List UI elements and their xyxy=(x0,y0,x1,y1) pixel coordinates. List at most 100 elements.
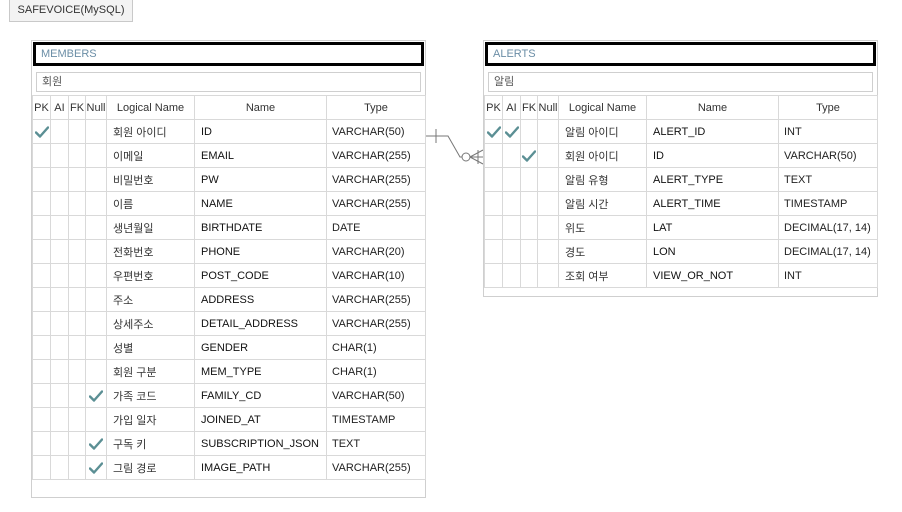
column-name-cell[interactable]: ALERT_TYPE xyxy=(646,167,779,192)
type-cell[interactable]: TEXT xyxy=(778,167,878,192)
column-name-cell[interactable]: NAME xyxy=(194,191,327,216)
null-cell[interactable] xyxy=(85,167,107,192)
ai-cell[interactable] xyxy=(50,191,69,216)
null-cell[interactable] xyxy=(537,119,559,144)
pk-cell[interactable] xyxy=(32,119,51,144)
column-name-cell[interactable]: ALERT_ID xyxy=(646,119,779,144)
pk-cell[interactable] xyxy=(32,335,51,360)
pk-cell[interactable] xyxy=(32,407,51,432)
logical-name-cell[interactable]: 주소 xyxy=(106,287,195,312)
type-cell[interactable]: DECIMAL(17, 14) xyxy=(778,215,878,240)
type-cell[interactable]: CHAR(1) xyxy=(326,335,426,360)
fk-cell[interactable] xyxy=(68,167,86,192)
logical-name-cell[interactable]: 경도 xyxy=(558,239,647,264)
ai-cell[interactable] xyxy=(502,191,521,216)
ai-cell[interactable] xyxy=(50,407,69,432)
null-cell[interactable] xyxy=(85,239,107,264)
column-name-cell[interactable]: PHONE xyxy=(194,239,327,264)
type-cell[interactable]: TEXT xyxy=(326,431,426,456)
null-cell[interactable] xyxy=(537,215,559,240)
fk-cell[interactable] xyxy=(520,119,538,144)
null-cell[interactable] xyxy=(537,167,559,192)
entity-title[interactable]: ALERTS xyxy=(485,42,876,66)
table-row[interactable]: 조회 여부 VIEW_OR_NOT INT xyxy=(484,263,878,288)
column-name-cell[interactable]: FAMILY_CD xyxy=(194,383,327,408)
logical-name-cell[interactable]: 가입 일자 xyxy=(106,407,195,432)
logical-name-cell[interactable]: 회원 아이디 xyxy=(106,119,195,144)
type-cell[interactable]: VARCHAR(50) xyxy=(326,119,426,144)
null-cell[interactable] xyxy=(85,431,107,456)
null-cell[interactable] xyxy=(537,239,559,264)
type-cell[interactable]: VARCHAR(255) xyxy=(326,167,426,192)
logical-name-cell[interactable]: 가족 코드 xyxy=(106,383,195,408)
type-cell[interactable]: VARCHAR(255) xyxy=(326,143,426,168)
pk-cell[interactable] xyxy=(484,143,503,168)
table-row[interactable]: 회원 구분 MEM_TYPE CHAR(1) xyxy=(32,359,426,384)
null-cell[interactable] xyxy=(85,119,107,144)
type-cell[interactable]: VARCHAR(255) xyxy=(326,191,426,216)
fk-cell[interactable] xyxy=(68,287,86,312)
null-cell[interactable] xyxy=(85,287,107,312)
column-name-cell[interactable]: GENDER xyxy=(194,335,327,360)
table-row[interactable]: 알림 아이디 ALERT_ID INT xyxy=(484,119,878,144)
table-row[interactable]: 주소 ADDRESS VARCHAR(255) xyxy=(32,287,426,312)
ai-cell[interactable] xyxy=(50,287,69,312)
fk-cell[interactable] xyxy=(68,335,86,360)
ai-cell[interactable] xyxy=(502,143,521,168)
ai-cell[interactable] xyxy=(50,383,69,408)
entity-title[interactable]: MEMBERS xyxy=(33,42,424,66)
logical-name-cell[interactable]: 회원 구분 xyxy=(106,359,195,384)
pk-cell[interactable] xyxy=(32,455,51,480)
fk-cell[interactable] xyxy=(520,167,538,192)
fk-cell[interactable] xyxy=(520,143,538,168)
pk-cell[interactable] xyxy=(32,311,51,336)
pk-cell[interactable] xyxy=(32,431,51,456)
ai-cell[interactable] xyxy=(50,263,69,288)
logical-name-cell[interactable]: 위도 xyxy=(558,215,647,240)
entity-members[interactable]: MEMBERS 회원 PK AI FK Null Logical Name Name Typ… xyxy=(31,40,426,498)
table-row[interactable]: 회원 아이디 ID VARCHAR(50) xyxy=(484,143,878,168)
logical-name-cell[interactable]: 생년월일 xyxy=(106,215,195,240)
table-row[interactable]: 그림 경로 IMAGE_PATH VARCHAR(255) xyxy=(32,455,426,480)
null-cell[interactable] xyxy=(85,455,107,480)
type-cell[interactable]: TIMESTAMP xyxy=(778,191,878,216)
fk-cell[interactable] xyxy=(520,215,538,240)
type-cell[interactable]: DECIMAL(17, 14) xyxy=(778,239,878,264)
null-cell[interactable] xyxy=(85,143,107,168)
fk-cell[interactable] xyxy=(68,143,86,168)
fk-cell[interactable] xyxy=(68,455,86,480)
ai-cell[interactable] xyxy=(50,431,69,456)
column-name-cell[interactable]: SUBSCRIPTION_JSON xyxy=(194,431,327,456)
table-row[interactable]: 이메일 EMAIL VARCHAR(255) xyxy=(32,143,426,168)
type-cell[interactable]: VARCHAR(255) xyxy=(326,287,426,312)
null-cell[interactable] xyxy=(85,263,107,288)
null-cell[interactable] xyxy=(85,311,107,336)
ai-cell[interactable] xyxy=(50,239,69,264)
table-row[interactable]: 알림 시간 ALERT_TIME TIMESTAMP xyxy=(484,191,878,216)
table-row[interactable]: 구독 키 SUBSCRIPTION_JSON TEXT xyxy=(32,431,426,456)
null-cell[interactable] xyxy=(85,215,107,240)
ai-cell[interactable] xyxy=(50,335,69,360)
column-name-cell[interactable]: IMAGE_PATH xyxy=(194,455,327,480)
column-name-cell[interactable]: VIEW_OR_NOT xyxy=(646,263,779,288)
column-name-cell[interactable]: EMAIL xyxy=(194,143,327,168)
column-name-cell[interactable]: JOINED_AT xyxy=(194,407,327,432)
logical-name-cell[interactable]: 성별 xyxy=(106,335,195,360)
null-cell[interactable] xyxy=(85,383,107,408)
pk-cell[interactable] xyxy=(32,167,51,192)
table-row[interactable]: 회원 아이디 ID VARCHAR(50) xyxy=(32,119,426,144)
column-name-cell[interactable]: ADDRESS xyxy=(194,287,327,312)
logical-name-cell[interactable]: 전화번호 xyxy=(106,239,195,264)
pk-cell[interactable] xyxy=(484,239,503,264)
ai-cell[interactable] xyxy=(50,215,69,240)
column-name-cell[interactable]: LON xyxy=(646,239,779,264)
table-row[interactable]: 생년월일 BIRTHDATE DATE xyxy=(32,215,426,240)
type-cell[interactable]: VARCHAR(50) xyxy=(326,383,426,408)
ai-cell[interactable] xyxy=(502,167,521,192)
logical-name-cell[interactable]: 회원 아이디 xyxy=(558,143,647,168)
ai-cell[interactable] xyxy=(50,167,69,192)
type-cell[interactable]: VARCHAR(10) xyxy=(326,263,426,288)
column-name-cell[interactable]: BIRTHDATE xyxy=(194,215,327,240)
fk-cell[interactable] xyxy=(68,215,86,240)
ai-cell[interactable] xyxy=(502,119,521,144)
